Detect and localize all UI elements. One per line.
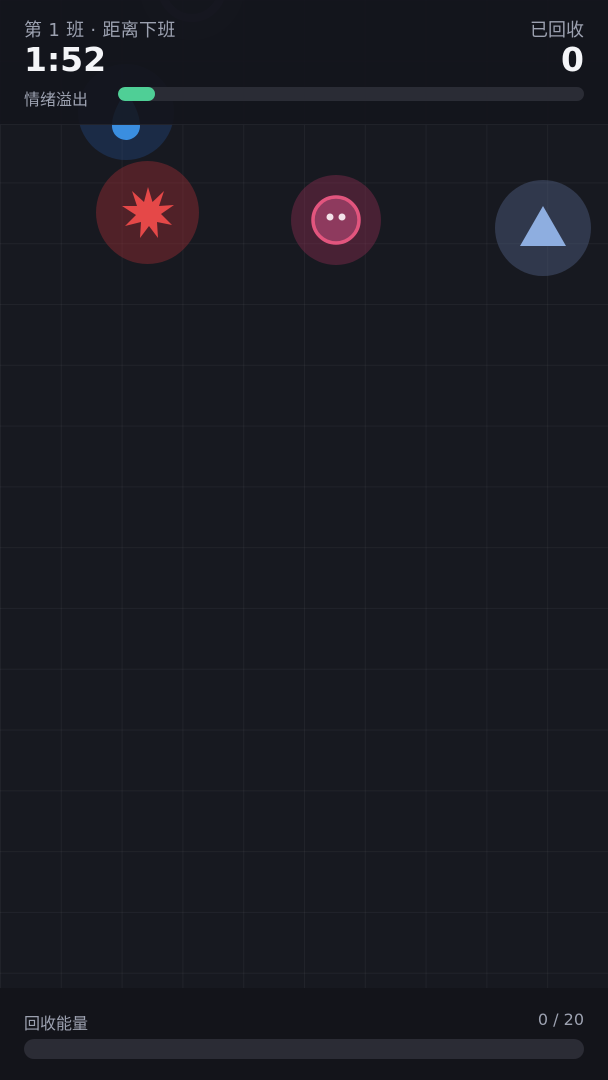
shift-label: 第 1 班 · 距离下班 [24,20,176,41]
energy-meter [24,1039,584,1059]
overflow-meter [118,87,584,101]
overflow-label: 情绪溢出 [24,90,89,109]
starburst-icon [121,186,174,238]
game-stage[interactable]: 第 1 班 · 距离下班 1:52 已回收 0 情绪溢出 回收能量 0 / 20 [0,0,608,1080]
recovered-label: 已回收 [530,20,584,41]
countdown-timer: 1:52 [24,40,107,79]
top-hud: 第 1 班 · 距离下班 1:52 已回收 0 情绪溢出 [0,0,608,125]
recovered-count: 0 [561,40,584,79]
overflow-meter-fill [118,87,156,101]
round-face-icon [311,195,361,245]
energy-panel: 回收能量 0 / 20 [0,988,608,1080]
anger-emotion-bubble[interactable] [96,161,199,264]
anxious-emotion-bubble[interactable] [291,175,381,265]
energy-count: 0 / 20 [537,1010,584,1029]
calm-emotion-bubble[interactable] [495,180,591,276]
energy-label: 回收能量 [24,1014,89,1033]
triangle-icon [520,206,566,246]
